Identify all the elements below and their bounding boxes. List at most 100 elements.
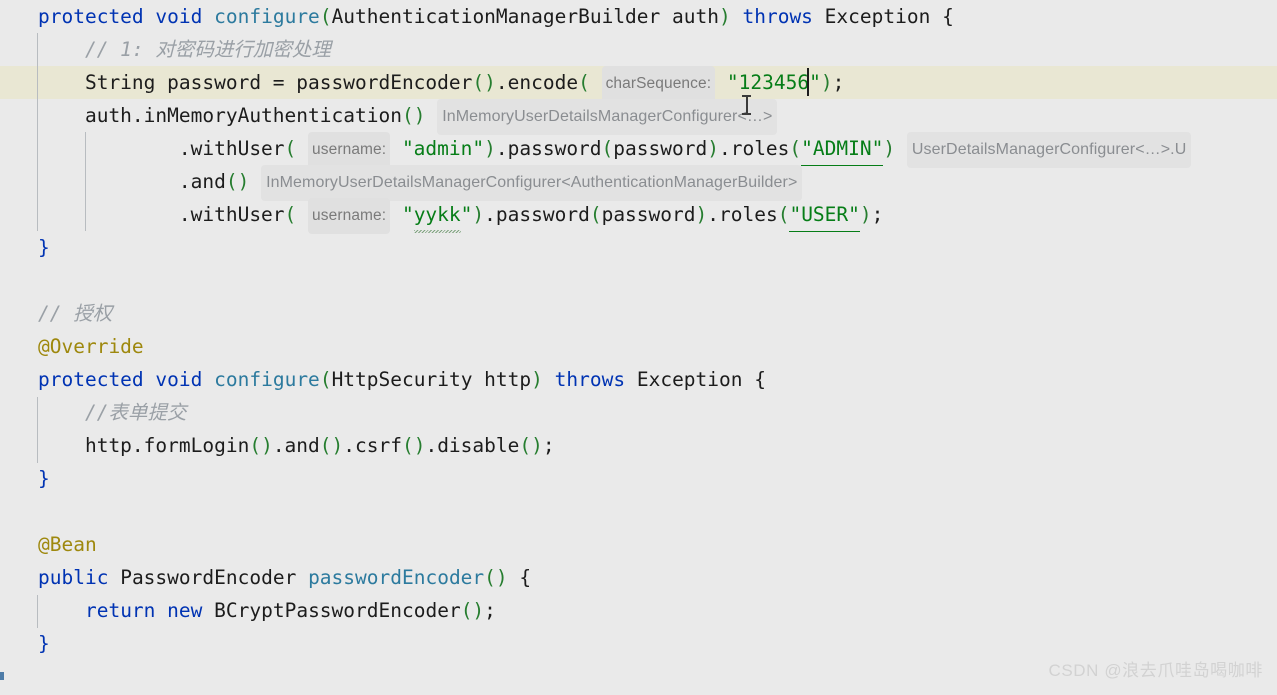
ibeam-cap-bottom xyxy=(742,113,751,115)
code-line[interactable]: auth.inMemoryAuthentication() InMemoryUs… xyxy=(0,99,1277,135)
code-token: auth.inMemoryAuthentication xyxy=(38,104,402,127)
code-line[interactable]: String password = passwordEncoder().enco… xyxy=(0,66,1277,102)
code-surface[interactable]: protected void configure(AuthenticationM… xyxy=(0,0,1277,695)
string-literal: "admin" xyxy=(401,137,485,160)
code-token: ( xyxy=(319,5,332,28)
watermark: CSDN @浪去爪哇岛喝咖啡 xyxy=(1048,661,1263,680)
code-token: Exception { xyxy=(812,5,954,28)
code-line[interactable]: protected void configure(AuthenticationM… xyxy=(0,0,1277,33)
code-line[interactable]: protected void configure(HttpSecurity ht… xyxy=(0,363,1277,396)
code-token: .roles xyxy=(707,203,778,226)
code-token: ) xyxy=(484,137,496,160)
string-literal: "ADMIN" xyxy=(801,132,884,166)
code-line[interactable]: @Bean xyxy=(0,528,1277,561)
code-token: () xyxy=(484,566,508,589)
code-editor[interactable]: protected void configure(AuthenticationM… xyxy=(0,0,1277,695)
code-token: .password xyxy=(484,203,590,226)
code-keyword: protected xyxy=(38,5,144,28)
code-annotation: @Bean xyxy=(38,533,97,556)
code-token: http.formLogin xyxy=(38,434,250,457)
code-token: .and xyxy=(272,434,320,457)
code-token: ( xyxy=(601,137,614,160)
code-token: .disable xyxy=(425,434,520,457)
code-token: ( xyxy=(284,203,297,226)
ibeam-cursor-icon xyxy=(741,94,752,116)
code-token: () xyxy=(472,71,496,94)
code-token: () xyxy=(401,434,426,457)
code-token: ; xyxy=(542,434,555,457)
code-line[interactable] xyxy=(0,495,1277,528)
code-line[interactable]: .withUser( username: "yykk").password(pa… xyxy=(0,198,1277,234)
code-keyword: } xyxy=(38,467,50,490)
string-literal: " xyxy=(460,203,473,226)
code-token: ; xyxy=(871,203,884,226)
code-keyword: return xyxy=(84,599,156,622)
code-token: ( xyxy=(589,203,602,226)
code-token: () xyxy=(519,434,543,457)
code-token: ; xyxy=(832,71,845,94)
code-token: ) xyxy=(707,137,719,160)
code-token: BCryptPasswordEncoder xyxy=(202,599,461,622)
ibeam-stem xyxy=(746,96,748,114)
code-token: ) xyxy=(820,71,833,94)
code-line[interactable]: } xyxy=(0,231,1277,264)
code-line[interactable]: return new BCryptPasswordEncoder(); xyxy=(0,594,1277,627)
inlay-parameter-hint: charSequence: xyxy=(601,66,716,102)
code-line[interactable]: public PasswordEncoder passwordEncoder()… xyxy=(0,561,1277,594)
code-token: .csrf xyxy=(343,434,402,457)
code-token: ( xyxy=(319,368,332,391)
code-line[interactable]: } xyxy=(0,462,1277,495)
code-comment: // 授权 xyxy=(38,302,113,325)
code-token: .password xyxy=(495,137,602,160)
method-name: configure xyxy=(214,5,320,28)
string-literal: " xyxy=(401,203,414,226)
code-token: ) xyxy=(883,137,896,160)
inlay-parameter-hint: username: xyxy=(308,132,391,168)
code-keyword: public xyxy=(38,566,109,589)
code-token: () xyxy=(319,434,344,457)
code-line[interactable]: //表单提交 xyxy=(0,396,1277,429)
code-line[interactable]: .withUser( username: "admin").password(p… xyxy=(0,132,1277,168)
code-line[interactable]: .and() InMemoryUserDetailsManagerConfigu… xyxy=(0,165,1277,201)
code-token: password xyxy=(601,203,696,226)
code-token: ; xyxy=(484,599,496,622)
code-line[interactable]: // 1: 对密码进行加密处理 xyxy=(0,33,1277,66)
code-keyword: } xyxy=(38,632,50,655)
code-token: .encode xyxy=(495,71,579,94)
code-token: () xyxy=(225,170,250,193)
code-token: ) xyxy=(531,368,543,391)
code-token: HttpSecurity http xyxy=(331,368,532,391)
code-token: .roles xyxy=(718,137,790,160)
spelling-typo: yykk xyxy=(413,198,461,233)
code-token: () xyxy=(401,104,426,127)
code-fold-marker[interactable] xyxy=(0,672,4,680)
code-token: ( xyxy=(578,71,590,94)
code-line[interactable]: // 授权 xyxy=(0,297,1277,330)
code-keyword: protected xyxy=(38,368,144,391)
code-token: .withUser xyxy=(38,203,285,226)
code-token: ( xyxy=(284,137,297,160)
code-keyword: void xyxy=(155,5,203,28)
inlay-parameter-hint: username: xyxy=(308,198,391,234)
code-line[interactable] xyxy=(0,264,1277,297)
code-token: String password = passwordEncoder xyxy=(38,71,473,94)
code-keyword: throws xyxy=(742,5,813,28)
code-token: .withUser xyxy=(38,137,285,160)
code-token: ) xyxy=(472,203,485,226)
inlay-type-hint: InMemoryUserDetailsManagerConfigurer<Aut… xyxy=(261,165,803,201)
code-line[interactable]: @Override xyxy=(0,330,1277,363)
code-line[interactable]: http.formLogin().and().csrf().disable(); xyxy=(0,429,1277,462)
